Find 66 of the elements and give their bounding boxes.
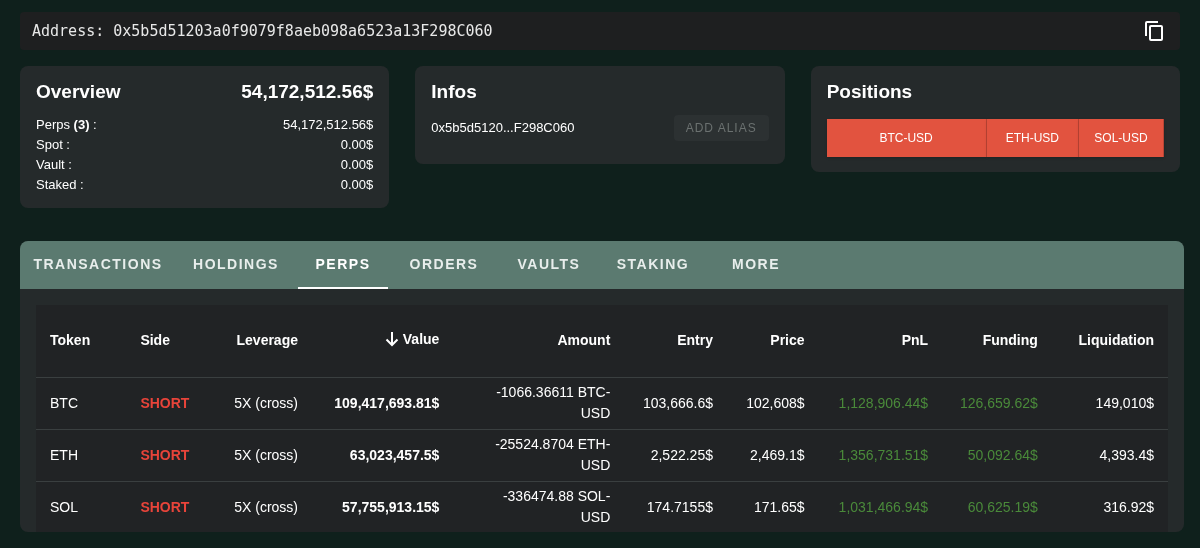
table-cell: SOL <box>50 498 78 515</box>
column-header[interactable]: Entry <box>677 330 713 352</box>
table-cell: 2,522.25$ <box>650 446 713 463</box>
table-cell: 149,010$ <box>1095 394 1154 411</box>
column-header[interactable]: PnL <box>901 330 929 352</box>
table-cell: 5X (cross) <box>234 446 298 463</box>
table-cell: 5X (cross) <box>234 498 298 515</box>
tab[interactable]: MORE <box>708 241 804 289</box>
position-button[interactable]: BTC-USD <box>826 118 987 157</box>
column-header[interactable]: Price <box>770 330 805 352</box>
table-cell: 103,666.6$ <box>642 394 713 411</box>
side-label: SHORT <box>140 394 190 411</box>
tab[interactable]: VAULTS <box>500 241 598 289</box>
sort-down-icon[interactable] <box>384 331 399 347</box>
position-button[interactable]: ETH-USD <box>986 118 1080 157</box>
row-label: Perps (3) : <box>36 115 97 134</box>
row-value: 0.00$ <box>340 155 374 174</box>
address-text: Address: 0x5b5d51203a0f9079f8aeb098a6523a13F298C060 <box>32 20 493 42</box>
table-cell: 60,625.19$ <box>967 498 1038 515</box>
table-cell: 57,755,913.15$ <box>342 498 440 515</box>
table-cell: 50,092.64$ <box>967 446 1038 463</box>
position-button[interactable]: SOL-USD <box>1079 118 1164 157</box>
table-cell: 1,128,906.44$ <box>838 394 929 411</box>
total-value: 54,172,512.56$ <box>241 80 374 104</box>
column-header[interactable]: Amount <box>557 330 611 352</box>
tab[interactable]: PERPS <box>298 241 388 289</box>
row-value: 0.00$ <box>340 135 374 154</box>
table-cell: 109,417,693.81$ <box>334 394 440 411</box>
column-header[interactable]: Side <box>140 330 170 352</box>
card-title: Positions <box>826 80 914 104</box>
row-label: Vault : <box>36 155 72 174</box>
short-address: 0x5b5d5120...F298C060 <box>431 118 575 137</box>
table-cell-text: -25524.8704 ETH-USD <box>494 435 611 475</box>
side-label: SHORT <box>140 498 190 515</box>
column-header[interactable]: Leverage <box>236 330 298 352</box>
tab[interactable]: TRANSACTIONS <box>22 241 174 289</box>
row-label: Staked : <box>36 175 84 194</box>
table-cell: 126,659.62$ <box>960 394 1038 411</box>
table-cell: BTC <box>50 394 78 411</box>
tab[interactable]: STAKING <box>598 241 708 289</box>
tab[interactable]: ORDERS <box>388 241 500 289</box>
row-value: 54,172,512.56$ <box>282 115 374 134</box>
table-cell: 171.65$ <box>753 498 805 515</box>
card-title: Overview <box>36 80 121 104</box>
copy-icon[interactable] <box>1144 20 1164 42</box>
table-cell-text: -1066.36611 BTC-USD <box>495 383 611 423</box>
side-label: SHORT <box>140 446 190 463</box>
table-cell: 4,393.4$ <box>1099 446 1154 463</box>
column-header[interactable]: Value <box>402 328 440 350</box>
card-title: Infos <box>431 80 478 104</box>
table-cell: 316.92$ <box>1103 498 1154 515</box>
table-cell: 5X (cross) <box>234 394 298 411</box>
column-header[interactable]: Token <box>50 330 91 352</box>
column-header[interactable]: Liquidation <box>1078 330 1154 352</box>
table-cell: 1,356,731.51$ <box>838 446 929 463</box>
tab[interactable]: HOLDINGS <box>174 241 298 289</box>
column-header[interactable]: Funding <box>982 330 1038 352</box>
table-cell: ETH <box>50 446 78 463</box>
table-cell: 63,023,457.5$ <box>349 446 440 463</box>
table-cell: 1,031,466.94$ <box>838 498 929 515</box>
table-cell: 2,469.1$ <box>750 446 805 463</box>
table-cell: 102,608$ <box>746 394 805 411</box>
table-cell: 174.7155$ <box>646 498 713 515</box>
table-cell-text: -336474.88 SOL-USD <box>501 487 611 528</box>
row-value: 0.00$ <box>340 175 374 194</box>
row-label: Spot : <box>36 135 70 154</box>
